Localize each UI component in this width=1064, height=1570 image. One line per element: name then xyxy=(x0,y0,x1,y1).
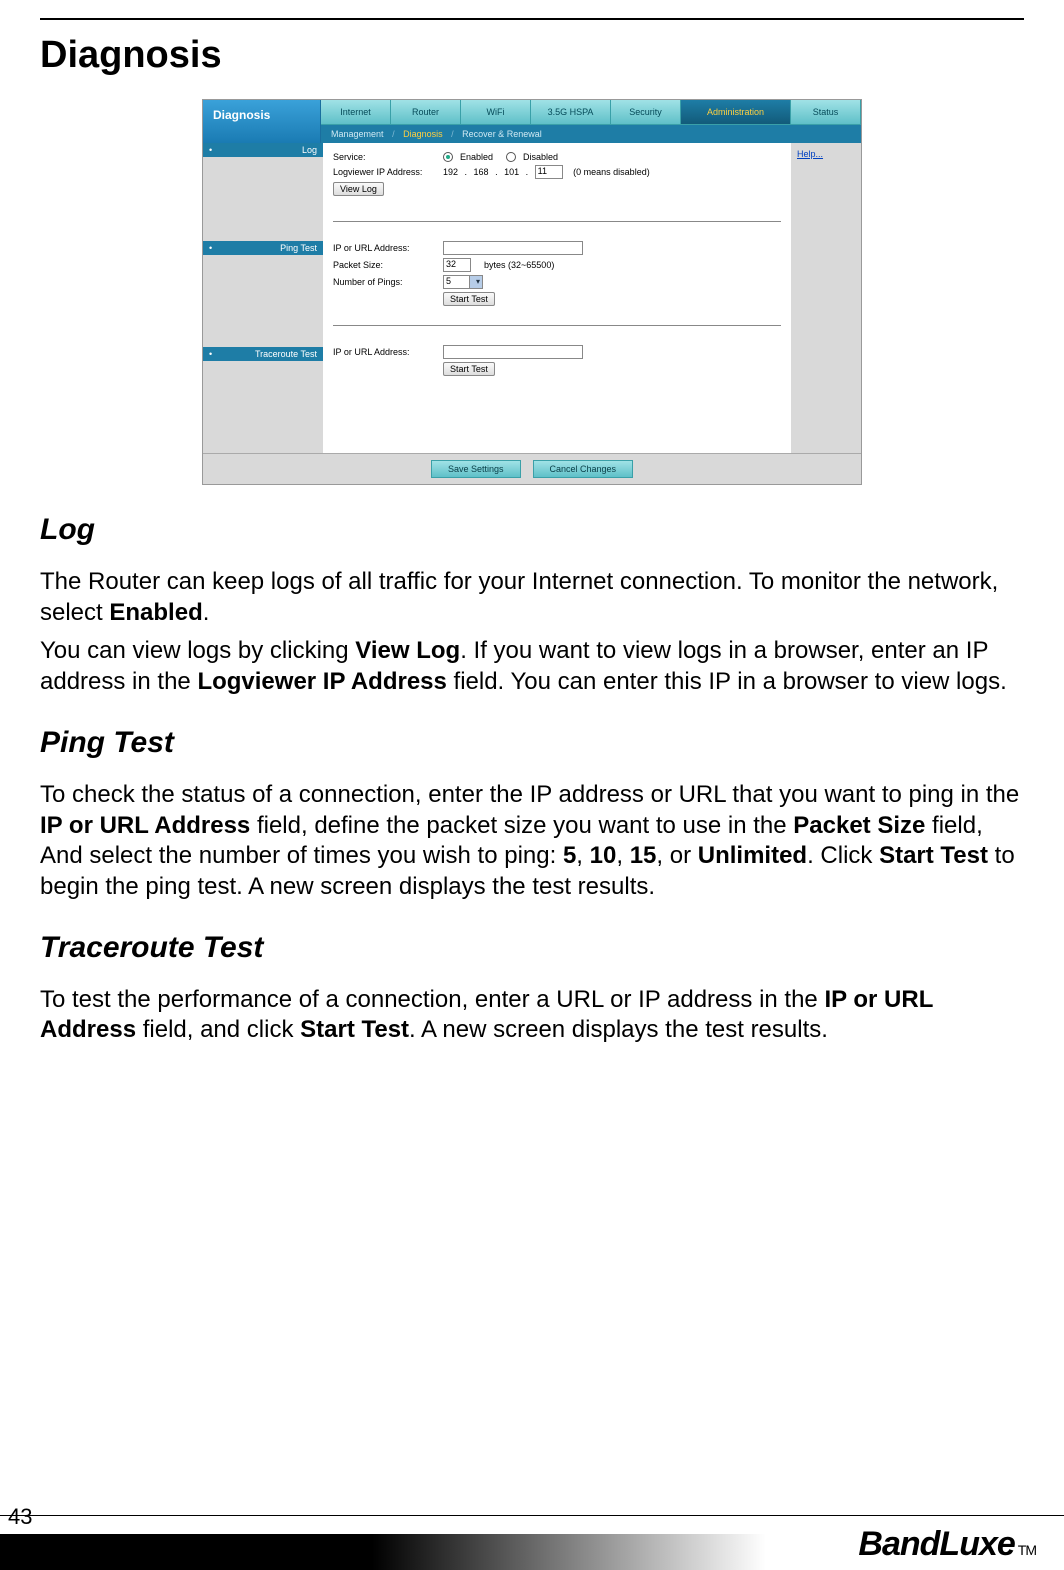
brand-logo: BandLuxe TM xyxy=(858,1525,1036,1564)
save-settings-button[interactable]: Save Settings xyxy=(431,460,521,478)
left-spacer-1 xyxy=(203,159,323,241)
left-spacer-3 xyxy=(203,363,323,413)
ping-addr-label: IP or URL Address: xyxy=(333,243,443,253)
packet-size-input[interactable]: 32 xyxy=(443,258,471,272)
router-screenshot: Diagnosis Internet Router WiFi 3.5G HSPA… xyxy=(202,99,862,485)
ip-octet3: 101 xyxy=(504,167,519,177)
panel-title: Diagnosis xyxy=(203,100,321,143)
heading-log: Log xyxy=(40,513,1024,547)
para-log-2: You can view logs by clicking View Log. … xyxy=(40,636,1024,697)
packet-size-hint: bytes (32~65500) xyxy=(484,260,554,270)
brand-tm: TM xyxy=(1018,1542,1036,1558)
num-pings-value: 5 xyxy=(446,276,451,286)
left-column: Log Ping Test Traceroute Test xyxy=(203,143,323,453)
heading-trace: Traceroute Test xyxy=(40,931,1024,965)
num-pings-select[interactable]: 5 ▾ xyxy=(443,275,483,289)
trace-addr-label: IP or URL Address: xyxy=(333,347,443,357)
doc-content: Log The Router can keep logs of all traf… xyxy=(40,513,1024,1046)
num-pings-label: Number of Pings: xyxy=(333,277,443,287)
brand-name: BandLuxe xyxy=(858,1525,1014,1564)
ping-addr-input[interactable] xyxy=(443,241,583,255)
radio-enabled[interactable] xyxy=(443,152,453,162)
ip-octet1: 192 xyxy=(443,167,458,177)
chevron-down-icon: ▾ xyxy=(476,277,480,286)
service-label: Service: xyxy=(333,152,443,162)
top-rule xyxy=(40,18,1024,20)
section-tag-trace: Traceroute Test xyxy=(203,347,323,361)
panel-body: Log Ping Test Traceroute Test Service: E… xyxy=(203,143,861,453)
ping-start-button[interactable]: Start Test xyxy=(443,292,495,306)
tab-wifi[interactable]: WiFi xyxy=(461,100,531,125)
heading-ping: Ping Test xyxy=(40,726,1024,760)
radio-disabled[interactable] xyxy=(506,152,516,162)
logviewer-ip-label: Logviewer IP Address: xyxy=(333,167,443,177)
ping-block: IP or URL Address: Packet Size: 32 bytes… xyxy=(333,232,781,326)
para-ping: To check the status of a connection, ent… xyxy=(40,780,1024,903)
right-column: Help... xyxy=(791,143,861,453)
tabs-wrap: Internet Router WiFi 3.5G HSPA Security … xyxy=(321,100,861,143)
trace-block: IP or URL Address: Start Test xyxy=(333,336,781,407)
tab-internet[interactable]: Internet xyxy=(321,100,391,125)
screenshot-footer: Save Settings Cancel Changes xyxy=(203,453,861,484)
mid-column: Service: Enabled Disabled Logviewer IP A… xyxy=(323,143,791,453)
tab-router[interactable]: Router xyxy=(391,100,461,125)
subtab-diagnosis[interactable]: Diagnosis xyxy=(403,129,443,139)
page-footer: 43 BandLuxe TM xyxy=(0,1506,1064,1570)
ip-note: (0 means disabled) xyxy=(573,167,650,177)
trace-addr-input[interactable] xyxy=(443,345,583,359)
page-title: Diagnosis xyxy=(40,34,1024,77)
trace-start-button[interactable]: Start Test xyxy=(443,362,495,376)
subtab-recover[interactable]: Recover & Renewal xyxy=(462,129,542,139)
tab-security[interactable]: Security xyxy=(611,100,681,125)
page-number: 43 xyxy=(8,1504,32,1530)
sub-tabs: Management / Diagnosis / Recover & Renew… xyxy=(321,125,861,143)
subtab-management[interactable]: Management xyxy=(331,129,384,139)
footer-rule xyxy=(0,1515,1064,1516)
tab-hspa[interactable]: 3.5G HSPA xyxy=(531,100,611,125)
section-tag-ping: Ping Test xyxy=(203,241,323,255)
view-log-button[interactable]: View Log xyxy=(333,182,384,196)
radio-enabled-label: Enabled xyxy=(460,152,493,162)
section-tag-log: Log xyxy=(203,143,323,157)
para-log-1: The Router can keep logs of all traffic … xyxy=(40,567,1024,628)
cancel-changes-button[interactable]: Cancel Changes xyxy=(533,460,634,478)
packet-size-label: Packet Size: xyxy=(333,260,443,270)
help-link[interactable]: Help... xyxy=(797,149,823,159)
log-block: Service: Enabled Disabled Logviewer IP A… xyxy=(333,152,781,222)
main-tabs: Internet Router WiFi 3.5G HSPA Security … xyxy=(321,100,861,125)
screenshot-header: Diagnosis Internet Router WiFi 3.5G HSPA… xyxy=(203,100,861,143)
radio-disabled-label: Disabled xyxy=(523,152,558,162)
subtab-sep2: / xyxy=(451,129,454,139)
tab-status[interactable]: Status xyxy=(791,100,861,125)
ip-octet2: 168 xyxy=(474,167,489,177)
subtab-sep1: / xyxy=(392,129,395,139)
ip-octet4-input[interactable]: 11 xyxy=(535,165,563,179)
left-spacer-2 xyxy=(203,257,323,347)
tab-administration[interactable]: Administration xyxy=(681,100,791,125)
para-trace: To test the performance of a connection,… xyxy=(40,985,1024,1046)
